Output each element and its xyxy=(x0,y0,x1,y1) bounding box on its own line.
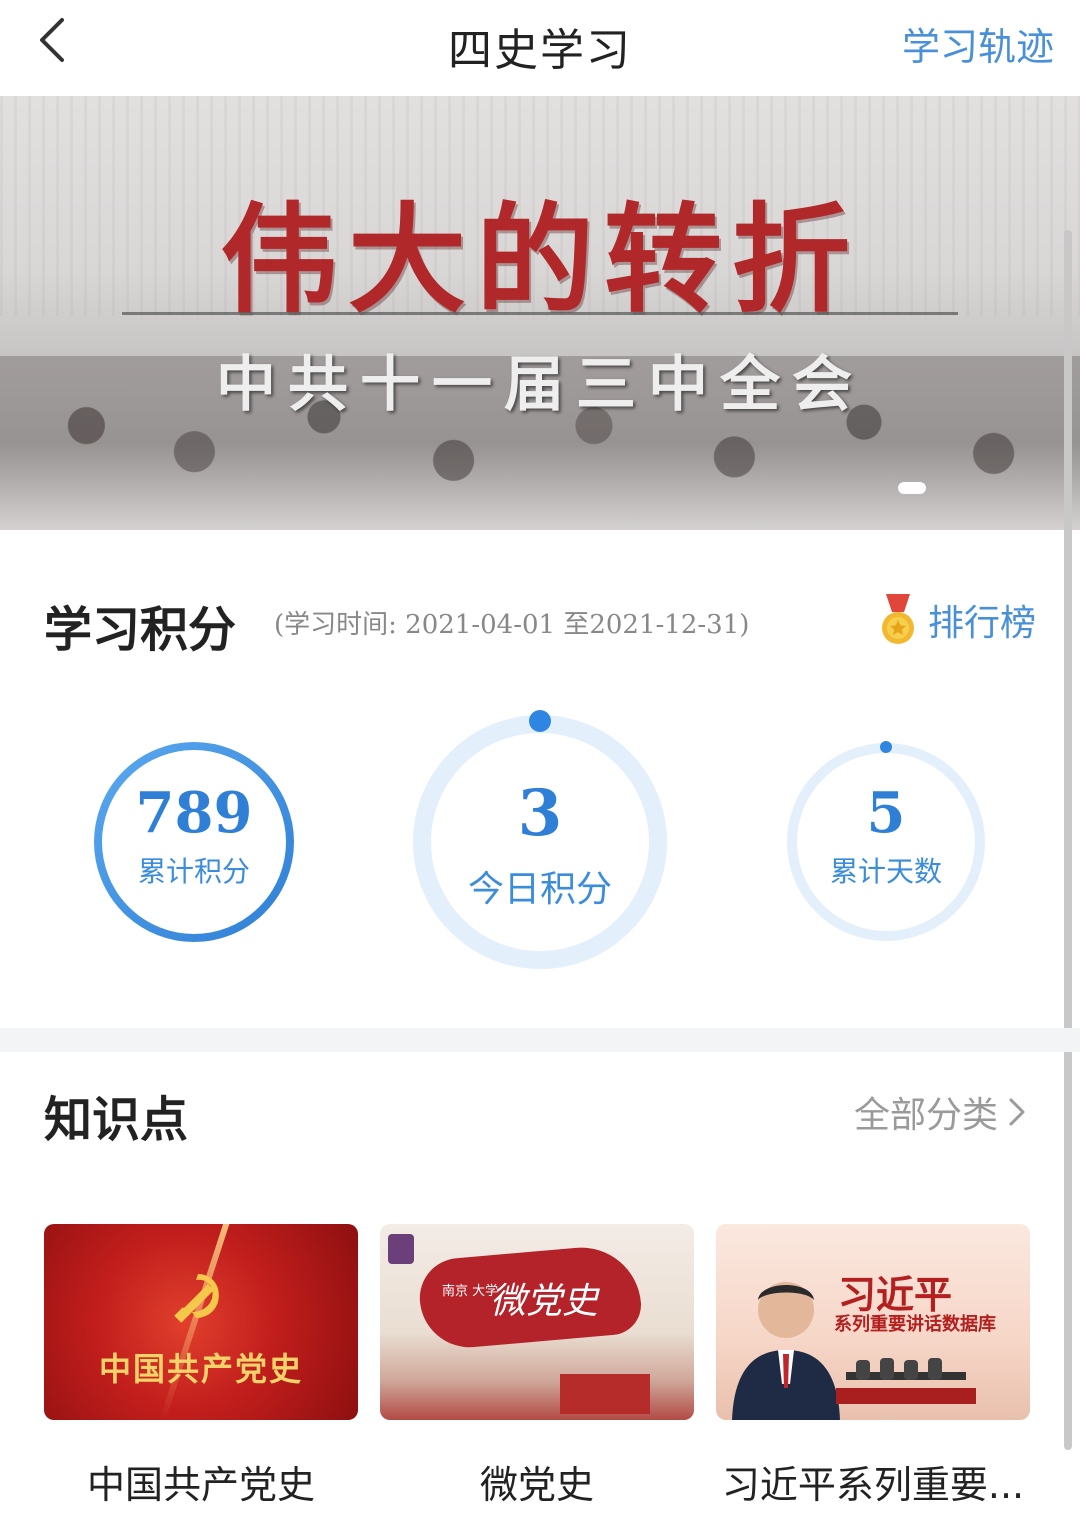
total-points-circle: 789 累计积分 xyxy=(92,740,296,944)
total-days-value: 5 xyxy=(866,780,906,846)
card-image-subtext: 系列重要讲话数据库 xyxy=(834,1314,996,1335)
ranking-label: 排行榜 xyxy=(927,603,1036,644)
banner-title: 伟大的转折 xyxy=(219,191,860,329)
today-points-label: 今日积分 xyxy=(467,869,612,910)
knowledge-card-party-history[interactable]: 中国共产党史 中国共产党史 xyxy=(44,1224,358,1509)
tiananmen-icon xyxy=(560,1374,650,1414)
section-divider xyxy=(0,1028,1080,1052)
party-emblem-icon xyxy=(174,1274,219,1323)
header: 四史学习 学习轨迹 xyxy=(0,0,1080,96)
knowledge-card-xi-speeches[interactable]: 习近平 系列重要讲话数据库 习近平系列重要... xyxy=(716,1224,1030,1509)
today-points-value: 3 xyxy=(517,776,563,851)
microphones-icon xyxy=(836,1358,976,1404)
banner-divider xyxy=(122,312,958,315)
banner-subtitle: 中共十一届三中全会 xyxy=(216,350,864,420)
days-progress-dot xyxy=(880,741,892,753)
card-title: 中国共产党史 xyxy=(86,1463,315,1507)
card-image-micro-party-history: 南京 大学 微党史 xyxy=(380,1224,694,1420)
total-days-circle: 5 累计天数 xyxy=(784,740,988,944)
scrollbar[interactable] xyxy=(1064,230,1072,1450)
total-points-label: 累计积分 xyxy=(137,855,250,888)
today-progress-dot xyxy=(529,710,551,732)
knowledge-section-title: 知识点 xyxy=(44,1092,189,1148)
ranking-button[interactable]: 排行榜 xyxy=(880,592,1036,648)
total-points-value: 789 xyxy=(135,780,253,846)
banner-carousel[interactable]: 伟大的转折 中共十一届三中全会 xyxy=(0,96,1080,530)
total-days-label: 累计天数 xyxy=(829,855,942,888)
card-image-text: 中国共产党史 xyxy=(98,1350,303,1388)
medal-icon xyxy=(881,594,914,644)
all-categories-label: 全部分类 xyxy=(853,1095,998,1136)
knowledge-card-micro-party-history[interactable]: 南京 大学 微党史 微党史 xyxy=(380,1224,694,1509)
learning-track-link[interactable]: 学习轨迹 xyxy=(902,16,1054,71)
points-section-title: 学习积分 xyxy=(44,602,237,658)
card-image-xi-speeches: 习近平 系列重要讲话数据库 xyxy=(716,1224,1030,1420)
card-title: 习近平系列重要... xyxy=(721,1463,1025,1507)
card-title: 微党史 xyxy=(479,1463,594,1507)
university-logo-icon xyxy=(388,1234,414,1264)
speaker-portrait-icon xyxy=(732,1282,840,1420)
all-categories-link[interactable]: 全部分类 xyxy=(854,1086,1028,1138)
points-period: (学习时间: 2021-04-01 至2021-12-31) xyxy=(274,610,750,640)
carousel-indicator[interactable] xyxy=(898,482,926,494)
knowledge-cards: 中国共产党史 中国共产党史 南京 大学 微党史 微党史 习近平 系列重要讲话数据… xyxy=(44,1224,1034,1514)
today-points-circle: 3 今日积分 xyxy=(408,710,672,974)
card-image-party-history: 中国共产党史 xyxy=(44,1224,358,1420)
card-image-text: 微党史 xyxy=(490,1281,599,1322)
chevron-right-icon xyxy=(1009,1098,1025,1126)
